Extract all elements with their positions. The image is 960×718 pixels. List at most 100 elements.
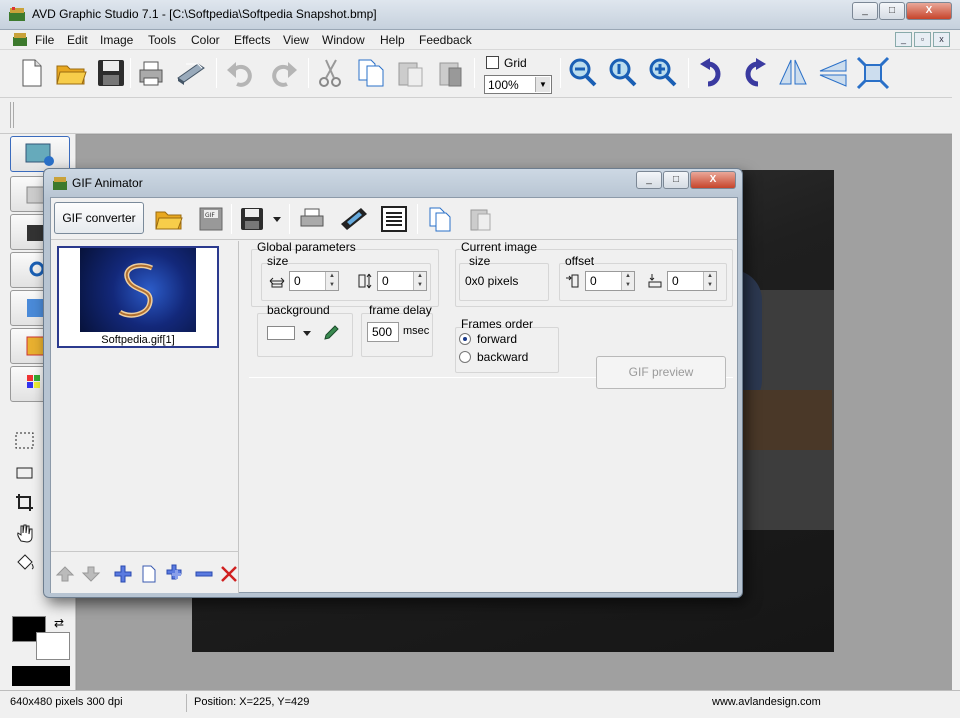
open-folder-icon[interactable]: [154, 204, 184, 234]
flip-horizontal-icon[interactable]: [776, 56, 810, 90]
open-folder-icon[interactable]: [54, 56, 88, 90]
paste-icon[interactable]: [465, 204, 495, 234]
backward-radio[interactable]: [459, 351, 471, 363]
minimize-button[interactable]: _: [852, 2, 878, 20]
maximize-button[interactable]: □: [879, 2, 905, 20]
insert-frames-icon[interactable]: [165, 564, 185, 584]
background-color-swatch[interactable]: [267, 326, 295, 340]
new-frame-icon[interactable]: [139, 564, 159, 584]
mdi-minimize-button[interactable]: _: [895, 32, 912, 47]
rectangle-select-icon[interactable]: [14, 430, 36, 452]
copy-icon[interactable]: [354, 56, 388, 90]
move-up-icon[interactable]: [55, 564, 75, 584]
undo-icon[interactable]: [224, 56, 258, 90]
zoom-out-icon[interactable]: [566, 56, 600, 90]
menu-file[interactable]: File: [35, 33, 54, 47]
menu-effects[interactable]: Effects: [234, 33, 270, 47]
grid-checkbox[interactable]: [486, 56, 499, 69]
status-separator: [186, 694, 187, 712]
offset-x-input[interactable]: 0 ▲ ▼: [585, 271, 635, 291]
eyedropper-icon[interactable]: [321, 323, 341, 343]
save-icon[interactable]: [94, 56, 128, 90]
print-icon[interactable]: [134, 56, 168, 90]
forward-radio[interactable]: [459, 333, 471, 345]
document-icon[interactable]: [12, 32, 28, 47]
backward-label: backward: [477, 350, 529, 364]
copy-icon[interactable]: [425, 204, 455, 234]
close-button[interactable]: X: [906, 2, 952, 20]
rotate-left-icon[interactable]: [696, 56, 730, 90]
frame-controls: [51, 551, 239, 591]
chevron-down-icon[interactable]: [301, 327, 313, 339]
menu-window[interactable]: Window: [322, 33, 365, 47]
scan-icon[interactable]: [174, 56, 208, 90]
width-input[interactable]: 0 ▲ ▼: [289, 271, 339, 291]
hand-icon[interactable]: [14, 522, 36, 544]
frame-thumbnail[interactable]: Softpedia.gif[1]: [57, 246, 219, 348]
height-input[interactable]: 0 ▲ ▼: [377, 271, 427, 291]
svg-text:GIF: GIF: [205, 212, 215, 219]
fit-screen-icon[interactable]: [856, 56, 890, 90]
cut-icon[interactable]: [314, 56, 348, 90]
forward-label: forward: [477, 332, 518, 346]
color-preview-bar: [12, 666, 70, 686]
gif-preview-button[interactable]: GIF preview: [596, 356, 726, 389]
width-value: 0: [294, 274, 301, 288]
menu-help[interactable]: Help: [380, 33, 405, 47]
gif-close-button[interactable]: X: [690, 171, 736, 189]
gif-minimize-button[interactable]: _: [636, 171, 662, 189]
chevron-down-icon[interactable]: ▼: [535, 77, 550, 92]
zoom-dropdown[interactable]: 100% ▼: [484, 75, 552, 94]
zoom-actual-icon[interactable]: [606, 56, 640, 90]
save-icon[interactable]: [237, 204, 267, 234]
gif-converter-button[interactable]: GIF converter: [54, 202, 144, 234]
parameters-panel: Global parameters size 0 ▲ ▼ 0 ▲ ▼ backgroun…: [247, 240, 737, 593]
move-down-icon[interactable]: [81, 564, 101, 584]
toolbar-separator: [231, 204, 232, 234]
menu-feedback[interactable]: Feedback: [419, 33, 472, 47]
menu-tools[interactable]: Tools: [148, 33, 176, 47]
flip-vertical-icon[interactable]: [816, 56, 850, 90]
menu-edit[interactable]: Edit: [67, 33, 88, 47]
offset-y-value: 0: [672, 274, 679, 288]
image-info-tool[interactable]: [10, 136, 70, 172]
menu-image[interactable]: Image: [100, 33, 133, 47]
toolbar-grip[interactable]: [10, 102, 14, 128]
fill-bucket-icon[interactable]: [14, 552, 36, 574]
remove-frame-icon[interactable]: [194, 564, 214, 584]
swap-colors-icon[interactable]: ⇄: [54, 616, 64, 630]
offset-y-input[interactable]: 0 ▲ ▼: [667, 271, 717, 291]
toolbar-separator: [308, 58, 309, 88]
crop-icon[interactable]: [14, 492, 36, 514]
website-status: www.avlandesign.com: [712, 696, 821, 708]
grid-label: Grid: [504, 56, 527, 70]
chevron-down-icon[interactable]: [269, 204, 285, 234]
paste-icon[interactable]: [394, 56, 428, 90]
window-title: AVD Graphic Studio 7.1 - [C:\Softpedia\S…: [32, 7, 377, 21]
mdi-close-button[interactable]: x: [933, 32, 950, 47]
paste-special-icon[interactable]: [434, 56, 468, 90]
softpedia-logo-icon: [118, 263, 153, 318]
frame-list-icon[interactable]: [379, 204, 409, 234]
delete-icon[interactable]: [219, 564, 239, 584]
gif-maximize-button[interactable]: □: [663, 171, 689, 189]
save-gif-icon[interactable]: GIF: [196, 204, 226, 234]
menu-view[interactable]: View: [283, 33, 309, 47]
gif-animator-title-bar[interactable]: GIF Animator _ □ X: [44, 169, 742, 197]
frames-panel: Softpedia.gif[1]: [51, 241, 239, 593]
mdi-restore-button[interactable]: ▫: [914, 32, 931, 47]
rectangle-icon[interactable]: [14, 462, 36, 484]
background-color-swatch[interactable]: [36, 632, 70, 660]
zoom-in-icon[interactable]: [646, 56, 680, 90]
zoom-value: 100%: [488, 78, 519, 92]
redo-icon[interactable]: [266, 56, 300, 90]
menu-color[interactable]: Color: [191, 33, 220, 47]
width-icon: [269, 277, 285, 288]
frame-delay-input[interactable]: 500: [367, 322, 399, 342]
background-label: background: [267, 303, 330, 317]
film-strip-icon[interactable]: [339, 204, 369, 234]
add-frame-icon[interactable]: [113, 564, 133, 584]
new-icon[interactable]: [14, 56, 48, 90]
print-icon[interactable]: [297, 204, 327, 234]
rotate-right-icon[interactable]: [736, 56, 770, 90]
